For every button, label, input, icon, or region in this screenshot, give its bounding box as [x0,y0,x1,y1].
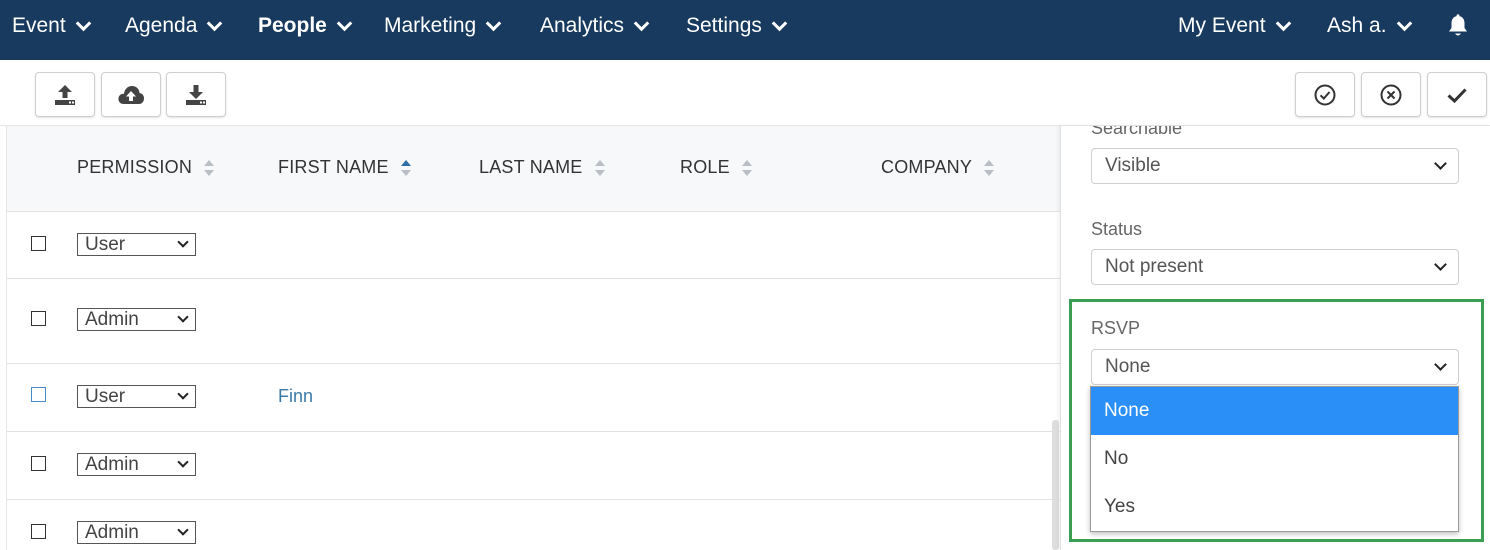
permission-value: Admin [85,454,139,475]
download-icon [186,84,206,105]
row-checkbox[interactable] [31,524,46,539]
first-name-link[interactable]: Finn [278,386,313,407]
nav-item-analytics[interactable]: Analytics [540,0,650,52]
nav-item-label: Analytics [540,14,625,37]
cancel-button[interactable] [1361,72,1421,117]
bell-icon[interactable] [1447,14,1469,38]
column-label: LAST NAME [479,157,583,177]
sort-icon [594,159,605,177]
nav-item-label: Settings [686,14,762,37]
user-menu-label: Ash a. [1327,14,1387,37]
rsvp-option-none[interactable]: None [1091,387,1458,435]
column-label: ROLE [680,157,730,177]
nav-item-label: Agenda [125,14,198,37]
rsvp-select[interactable]: None [1091,349,1459,385]
status-label: Status [1091,219,1143,239]
table-row: Admin [7,500,1060,550]
check-circle-icon [1314,84,1336,105]
row-checkbox[interactable] [31,456,46,471]
permission-value: User [85,234,126,255]
chevron-down-icon [75,15,91,31]
permission-select[interactable]: Admin [77,453,196,476]
sort-ascending-icon [400,159,411,177]
chevron-down-icon [177,456,189,468]
table-row: User [7,212,1060,279]
status-select[interactable]: Not present [1091,249,1459,285]
x-circle-icon [1380,84,1402,105]
table-scrollbar[interactable] [1052,420,1059,550]
chevron-down-icon [771,15,788,31]
nav-item-marketing[interactable]: Marketing [384,0,502,52]
rsvp-dropdown-list: None No Yes [1090,386,1459,532]
nav-item-agenda[interactable]: Agenda [125,0,223,52]
sort-icon [984,159,995,177]
rsvp-value: None [1105,356,1151,377]
chevron-down-icon [177,388,189,400]
column-label: COMPANY [881,157,973,177]
row-checkbox[interactable] [31,236,46,251]
user-menu[interactable]: Ash a. [1327,0,1412,52]
chevron-down-icon [207,15,223,31]
searchable-label: Searchable [1091,126,1183,138]
chevron-down-icon [1396,15,1412,31]
chevron-down-icon [485,15,502,31]
row-checkbox[interactable] [31,387,46,402]
chevron-down-icon [336,15,353,31]
upload-icon [55,84,75,105]
row-checkbox[interactable] [31,311,46,326]
column-header-company[interactable]: COMPANY [881,157,995,178]
column-label: PERMISSION [77,157,193,177]
table-row: Admin [7,432,1060,500]
chevron-down-icon [1275,15,1291,31]
nav-item-label: Event [12,14,66,37]
permission-value: User [85,386,126,407]
nav-item-settings[interactable]: Settings [686,0,788,52]
chevron-down-icon [1434,157,1447,170]
download-button[interactable] [166,72,226,117]
permission-value: Admin [85,309,139,330]
column-header-first-name[interactable]: FIRST NAME [278,157,411,178]
sort-icon [741,159,752,177]
chevron-down-icon [1434,258,1447,271]
column-header-permission[interactable]: PERMISSION [77,157,215,178]
people-table: PERMISSION FIRST NAME LAST NAME ROLE COM… [6,126,1060,550]
event-switcher-label: My Event [1178,14,1266,37]
chevron-down-icon [633,15,650,31]
select-all-button[interactable] [1295,72,1355,117]
column-header-role[interactable]: ROLE [680,157,752,178]
searchable-select[interactable]: Visible [1091,148,1459,184]
cloud-upload-button[interactable] [101,72,161,117]
searchable-value: Visible [1105,155,1161,176]
column-header-last-name[interactable]: LAST NAME [479,157,605,178]
status-value: Not present [1105,256,1204,277]
upload-button[interactable] [35,72,95,117]
toolbar [0,60,1490,126]
nav-item-people[interactable]: People [258,0,353,52]
chevron-down-icon [177,236,189,248]
table-row: Admin [7,279,1060,364]
cloud-upload-icon [118,85,144,104]
save-button[interactable] [1427,72,1487,117]
permission-select[interactable]: Admin [77,308,196,331]
rsvp-option-yes[interactable]: Yes [1091,483,1458,531]
table-header: PERMISSION FIRST NAME LAST NAME ROLE COM… [7,126,1060,212]
event-switcher[interactable]: My Event [1178,0,1291,52]
sort-icon [204,159,215,177]
top-nav-bar: Event Agenda People Marketing Analytics … [0,0,1490,60]
nav-item-label: Marketing [384,14,477,37]
table-row: User Finn [7,364,1060,432]
nav-item-event[interactable]: Event [12,0,91,52]
chevron-down-icon [1434,358,1447,371]
column-label: FIRST NAME [278,157,389,177]
permission-value: Admin [85,522,139,543]
rsvp-label: RSVP [1091,318,1141,338]
permission-select[interactable]: Admin [77,521,196,544]
rsvp-option-no[interactable]: No [1091,435,1458,483]
chevron-down-icon [177,524,189,536]
permission-select[interactable]: User [77,385,196,408]
nav-item-label: People [258,14,327,37]
chevron-down-icon [177,311,189,323]
permission-select[interactable]: User [77,233,196,256]
checkmark-icon [1447,87,1467,103]
